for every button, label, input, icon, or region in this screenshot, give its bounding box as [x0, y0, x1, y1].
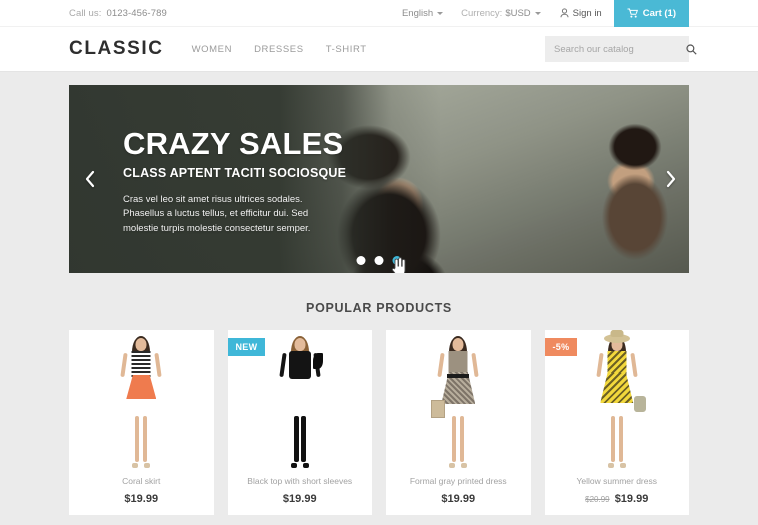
product-current-price: $19.99	[124, 493, 159, 505]
product-current-price: $19.99	[614, 493, 649, 505]
product-card[interactable]: Formal gray printed dress $19.99	[386, 330, 531, 515]
product-image[interactable]	[386, 330, 531, 470]
main-navigation: WOMEN DRESSES T-SHIRT	[192, 44, 367, 55]
mouse-cursor	[391, 257, 407, 273]
product-card[interactable]: -5% Yellow summer dress $20.99 $19.99	[544, 330, 690, 515]
nav-item-tshirt[interactable]: T-SHIRT	[326, 44, 367, 55]
product-current-price: $19.99	[441, 493, 476, 505]
chevron-right-icon	[664, 169, 677, 189]
chevron-down-icon	[437, 11, 444, 15]
product-figure-illustration	[429, 336, 487, 468]
currency-label: Currency:	[461, 7, 503, 19]
language-selector[interactable]: English	[393, 8, 452, 19]
site-header: CLASSIC WOMEN DRESSES T-SHIRT	[0, 27, 758, 72]
cart-icon	[627, 8, 638, 18]
language-value: English	[401, 7, 434, 19]
cart-button[interactable]: Cart (1)	[613, 0, 689, 27]
product-price: $20.99 $19.99	[545, 493, 690, 505]
carousel-next-button[interactable]	[664, 169, 677, 189]
hero-text-block: CRAZY SALES CLASS APTENT TACITI SOCIOSQU…	[123, 126, 347, 237]
call-us-label: Call us:	[69, 7, 102, 19]
product-name[interactable]: Formal gray printed dress	[386, 476, 531, 486]
product-card[interactable]: NEW Black top with short sleeves $19.99	[227, 330, 373, 515]
hero-carousel[interactable]: CRAZY SALES CLASS APTENT TACITI SOCIOSQU…	[69, 85, 689, 273]
product-grid: Coral skirt $19.99 NEW Black top with sh…	[69, 330, 689, 515]
top-bar: Call us: 0123-456-789 English Currency: …	[0, 0, 758, 27]
sign-in-label: Sign in	[572, 7, 602, 19]
product-badge-new: NEW	[227, 338, 266, 356]
product-figure-illustration	[112, 336, 170, 468]
product-figure-illustration	[271, 336, 329, 468]
hero-description: Cras vel leo sit amet risus ultrices sod…	[123, 193, 311, 234]
search-icon[interactable]	[686, 43, 697, 55]
chevron-down-icon	[534, 11, 541, 15]
hero-title: CRAZY SALES	[123, 126, 344, 161]
carousel-prev-button[interactable]	[84, 169, 97, 189]
site-logo[interactable]: CLASSIC	[69, 38, 164, 60]
carousel-dot-2[interactable]	[374, 256, 384, 265]
currency-selector[interactable]: Currency: $USD	[452, 8, 550, 19]
product-image[interactable]: NEW	[227, 330, 372, 470]
phone-number[interactable]: 0123-456-789	[106, 8, 166, 19]
search-input[interactable]	[554, 43, 686, 55]
chevron-left-icon	[84, 169, 97, 189]
product-name[interactable]: Coral skirt	[69, 476, 214, 486]
product-image[interactable]: -5%	[544, 330, 689, 470]
product-price: $19.99	[69, 493, 214, 505]
product-current-price: $19.99	[282, 493, 317, 505]
hero-subtitle: CLASS APTENT TACITI SOCIOSQUE	[123, 165, 347, 180]
cart-label: Cart (1)	[642, 7, 676, 19]
product-badge-discount: -5%	[544, 338, 578, 356]
product-price: $19.99	[386, 493, 531, 505]
user-icon	[560, 8, 569, 18]
product-price: $19.99	[228, 493, 373, 505]
section-title: POPULAR PRODUCTS	[306, 301, 452, 315]
nav-item-dresses[interactable]: DRESSES	[254, 44, 304, 55]
nav-item-women[interactable]: WOMEN	[192, 44, 232, 55]
call-us-block: Call us: 0123-456-789	[69, 8, 167, 19]
product-image[interactable]	[69, 330, 214, 470]
product-figure-illustration	[588, 334, 646, 468]
product-old-price: $20.99	[585, 495, 610, 504]
carousel-dot-1[interactable]	[356, 256, 366, 265]
sign-in-link[interactable]: Sign in	[550, 8, 614, 19]
product-name[interactable]: Black top with short sleeves	[228, 476, 373, 486]
product-card[interactable]: Coral skirt $19.99	[69, 330, 214, 515]
product-name[interactable]: Yellow summer dress	[545, 476, 690, 486]
currency-value: $USD	[505, 7, 531, 19]
search-box[interactable]	[545, 36, 697, 62]
